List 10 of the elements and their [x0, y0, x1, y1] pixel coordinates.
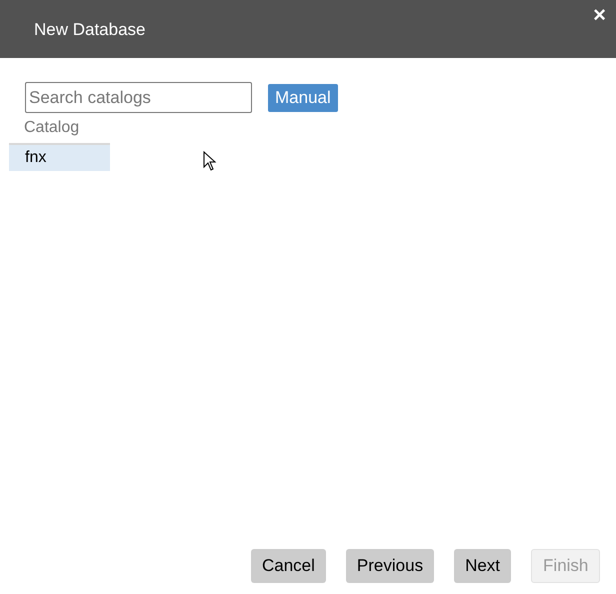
manual-button[interactable]: Manual [268, 84, 338, 112]
footer-button[interactable]: Cancel [251, 549, 326, 583]
search-field[interactable]: Search catalogs [25, 82, 252, 113]
close-button[interactable]: × [593, 4, 606, 26]
catalog-label: Catalog [24, 118, 80, 138]
footer-button[interactable]: Next [454, 549, 512, 583]
footer-button[interactable]: Previous [346, 549, 434, 583]
window-title: New Database [34, 19, 146, 41]
cursor-icon [203, 151, 217, 171]
catalog-item[interactable]: fnx [9, 143, 110, 171]
